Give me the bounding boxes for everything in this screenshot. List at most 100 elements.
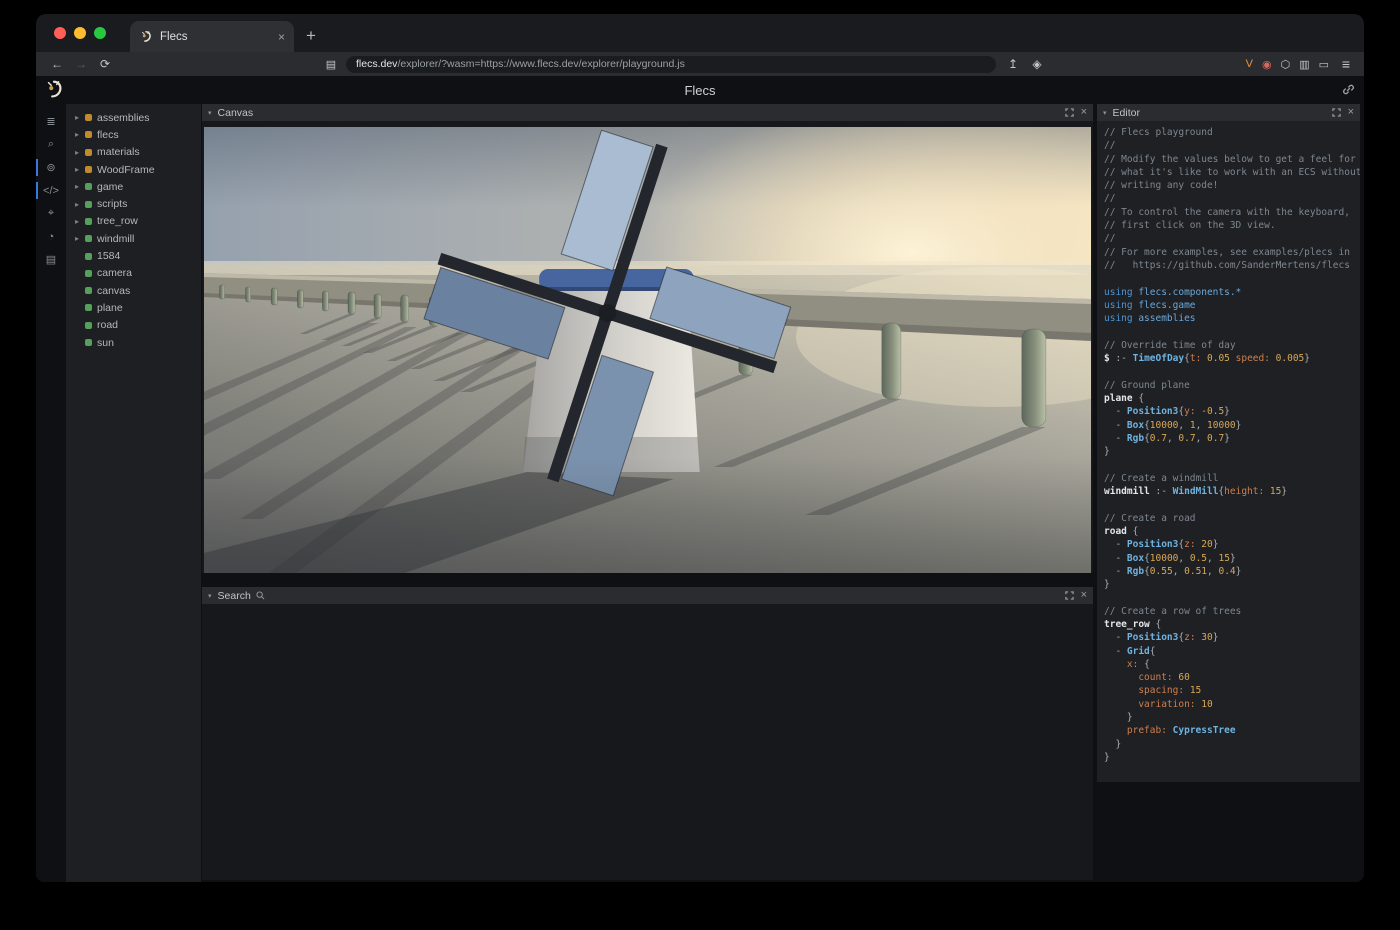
expand-icon[interactable]: ▸ [75, 148, 84, 157]
fullscreen-icon[interactable] [1065, 587, 1074, 605]
code-line: // first click on the 3D view. [1104, 219, 1360, 232]
tree-item-sun[interactable]: sun [66, 334, 201, 351]
code-line: // [1104, 192, 1360, 205]
tree-item-label: materials [97, 146, 140, 158]
expand-icon[interactable]: ▸ [75, 217, 84, 226]
tree-item-tree_row[interactable]: ▸ tree_row [66, 213, 201, 230]
zoom-window-button[interactable] [94, 27, 106, 39]
minimize-window-button[interactable] [74, 27, 86, 39]
shield-icon[interactable]: ◈ [1028, 57, 1046, 71]
v-extension-icon[interactable]: V [1246, 58, 1253, 70]
code-line: } [1104, 578, 1360, 591]
collapse-icon[interactable]: ▾ [208, 109, 212, 117]
tree-item-road[interactable]: road [66, 317, 201, 334]
new-tab-button[interactable]: + [306, 26, 316, 46]
inspect-icon[interactable]: ⌖ [36, 202, 66, 225]
expand-icon[interactable]: ▸ [75, 165, 84, 174]
code-line: using flecs.game [1104, 299, 1360, 312]
world-icon[interactable]: ⊚ [36, 156, 66, 179]
tree-item-canvas[interactable]: canvas [66, 282, 201, 299]
code-line [1104, 272, 1360, 285]
side-panel-icon[interactable]: ▥ [1299, 58, 1309, 71]
code-line [1104, 365, 1360, 378]
address-bar[interactable]: flecs.dev/explorer/?wasm=https://www.fle… [346, 56, 996, 73]
panel-title: Canvas [218, 107, 254, 119]
code-line: // Create a row of trees [1104, 605, 1360, 618]
tree-item-WoodFrame[interactable]: ▸ WoodFrame [66, 161, 201, 178]
tree-item-flecs[interactable]: ▸flecs [66, 126, 201, 143]
forward-button[interactable]: → [72, 57, 90, 71]
code-line: // Ground plane [1104, 379, 1360, 392]
code-line: - Position3{y: -0.5} [1104, 405, 1360, 418]
tree-item-scripts[interactable]: ▸ scripts [66, 195, 201, 212]
tab-close-icon[interactable]: × [278, 30, 285, 44]
tree-item-label: tree_row [97, 215, 138, 227]
recorder-extension-icon[interactable]: ◉ [1262, 58, 1272, 71]
tree-item-camera[interactable]: camera [66, 265, 201, 282]
code-line: // To control the camera with the keyboa… [1104, 206, 1360, 219]
tree-item-materials[interactable]: ▸ materials [66, 144, 201, 161]
code-line: - Position3{z: 20} [1104, 538, 1360, 551]
expand-icon[interactable]: ▸ [75, 234, 84, 243]
menu-icon[interactable]: ≡ [1338, 56, 1354, 72]
entity-square-icon [85, 183, 92, 190]
close-icon[interactable]: × [1348, 107, 1354, 118]
module-square-icon [85, 131, 92, 138]
tree-item-label: scripts [97, 198, 127, 210]
stats-icon[interactable]: ◔ [36, 225, 66, 248]
bookmarks-icon[interactable]: ▤ [322, 58, 340, 71]
collapse-icon[interactable]: ▾ [1103, 109, 1107, 117]
entity-square-icon [85, 322, 92, 329]
puzzle-extensions-icon[interactable]: ⬡ [1281, 58, 1291, 71]
share-link-icon[interactable] [1342, 83, 1355, 101]
entity-square-icon [85, 201, 92, 208]
canvas-panel-header: ▾ Canvas × [202, 104, 1093, 121]
back-button[interactable]: ← [48, 57, 66, 71]
wallet-icon[interactable]: ▭ [1319, 58, 1329, 71]
code-line [1104, 591, 1360, 604]
expand-icon[interactable]: ▸ [75, 200, 84, 209]
code-line [1104, 325, 1360, 338]
entities-tree-icon[interactable]: ≣ [36, 110, 66, 133]
code-line: - Box{10000, 1, 10000} [1104, 419, 1360, 432]
panel-title: Editor [1113, 107, 1140, 119]
collapse-icon[interactable]: ▾ [208, 592, 212, 600]
search-magnifier-icon[interactable] [256, 591, 265, 600]
code-line: plane { [1104, 392, 1360, 405]
search-icon[interactable]: ⌕ [36, 133, 66, 156]
fullscreen-icon[interactable] [1332, 104, 1341, 122]
close-window-button[interactable] [54, 27, 66, 39]
code-line: tree_row { [1104, 618, 1360, 631]
tree-item-plane[interactable]: plane [66, 299, 201, 316]
fullscreen-icon[interactable] [1065, 104, 1074, 122]
close-icon[interactable]: × [1081, 107, 1087, 118]
browser-tab[interactable]: Flecs × [130, 21, 294, 52]
share-icon[interactable]: ↥ [1004, 57, 1022, 71]
expand-icon[interactable]: ▸ [75, 182, 84, 191]
search-results-body[interactable] [202, 604, 1093, 880]
code-line: - Grid{ [1104, 645, 1360, 658]
canvas-3d-scene[interactable] [204, 127, 1091, 573]
reload-button[interactable]: ⟳ [96, 57, 114, 71]
code-line: // Create a windmill [1104, 472, 1360, 485]
code-line: road { [1104, 525, 1360, 538]
tree-item-label: windmill [97, 233, 134, 245]
panel-title: Search [218, 590, 251, 602]
code-line: // Flecs playground [1104, 126, 1360, 139]
close-icon[interactable]: × [1081, 590, 1087, 601]
editor-code[interactable]: // Flecs playground//// Modify the value… [1097, 121, 1360, 782]
tree-item-windmill[interactable]: ▸ windmill [66, 230, 201, 247]
code-icon[interactable]: </> [36, 179, 66, 202]
expand-icon[interactable]: ▸ [75, 113, 84, 122]
tree-item-assemblies[interactable]: ▸assemblies [66, 109, 201, 126]
code-line: using assemblies [1104, 312, 1360, 325]
entity-square-icon [85, 235, 92, 242]
expand-icon[interactable]: ▸ [75, 130, 84, 139]
editor-panel: ▾ Editor × // Flecs playground//// Modif… [1097, 104, 1360, 882]
tree-item-1584[interactable]: 1584 [66, 247, 201, 264]
tree-item-label: WoodFrame [97, 164, 155, 176]
tree-item-game[interactable]: ▸game [66, 178, 201, 195]
log-icon[interactable]: ▤ [36, 248, 66, 271]
entity-square-icon [85, 270, 92, 277]
flecs-logo-icon[interactable] [43, 79, 65, 106]
